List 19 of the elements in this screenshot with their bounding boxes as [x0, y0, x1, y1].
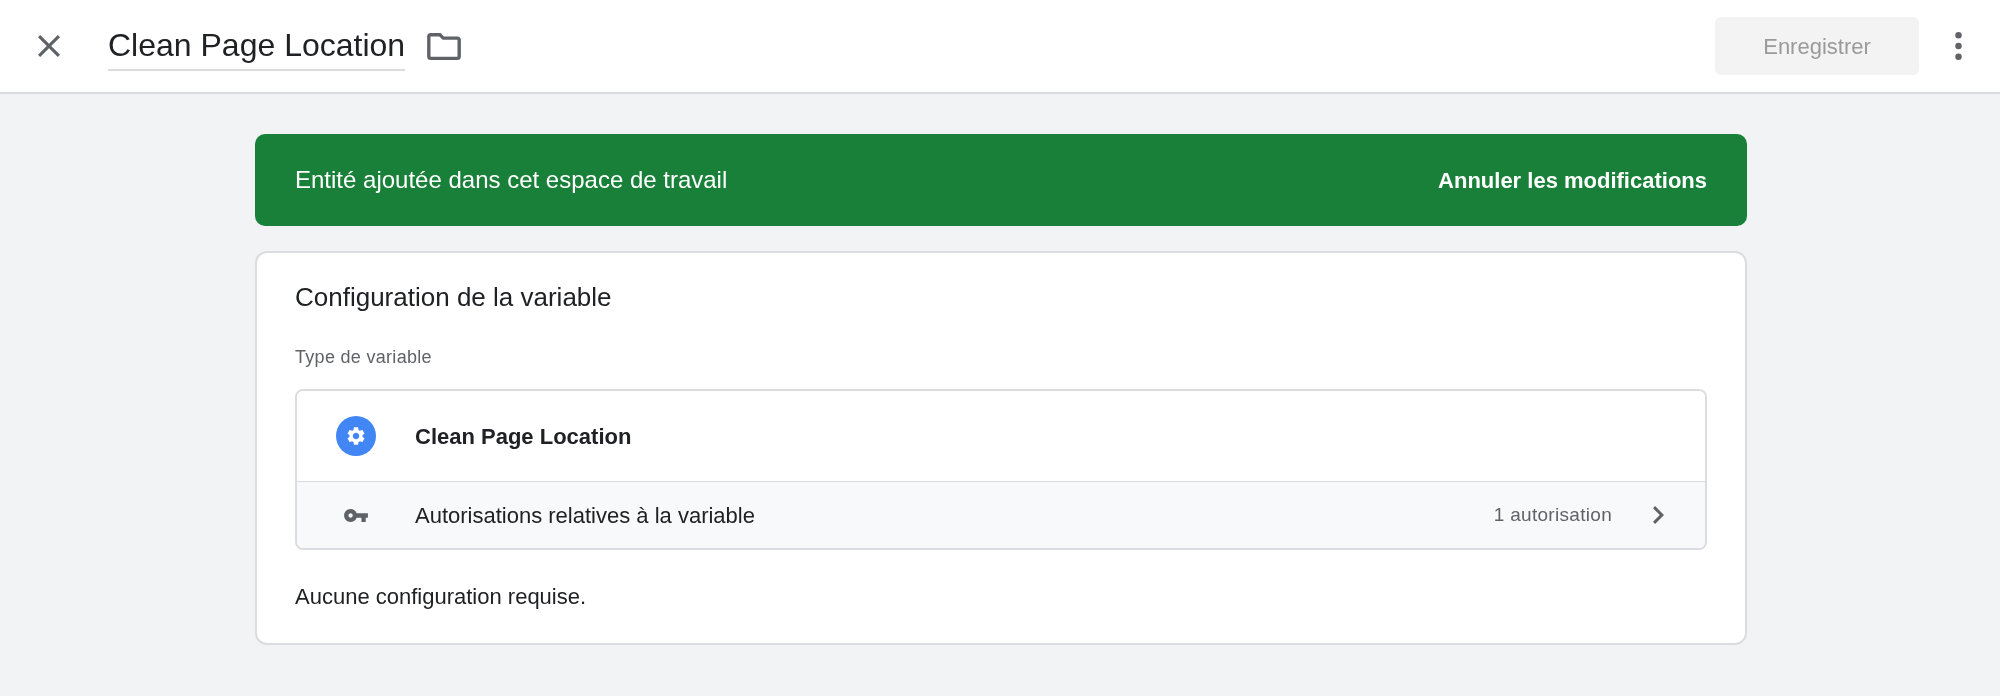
banner-message: Entité ajoutée dans cet espace de travail	[295, 165, 728, 195]
chevron-right-icon	[1653, 506, 1664, 524]
permissions-row[interactable]: Autorisations relatives à la variable 1 autorisation	[297, 481, 1705, 548]
undo-changes-button[interactable]: Annuler les modifications	[1438, 163, 1707, 197]
card-title: Configuration de la variable	[295, 281, 613, 314]
variable-type-name: Clean Page Location	[415, 422, 632, 451]
more-vertical-icon	[1955, 32, 1962, 60]
name-field[interactable]: Clean Page Location	[108, 25, 406, 71]
folder-button[interactable]	[427, 32, 462, 60]
more-options-button[interactable]	[1955, 32, 1962, 60]
field-label: Type de variable	[295, 346, 433, 369]
permissions-count: 1 autorisation	[1493, 502, 1612, 527]
permissions-label: Autorisations relatives à la variable	[415, 501, 755, 530]
gear-icon	[336, 416, 376, 456]
key-icon	[344, 508, 368, 522]
close-button[interactable]	[36, 33, 62, 59]
folder-icon	[427, 32, 462, 60]
close-icon	[38, 35, 60, 57]
configuration-note: Aucune configuration requise.	[295, 583, 588, 611]
